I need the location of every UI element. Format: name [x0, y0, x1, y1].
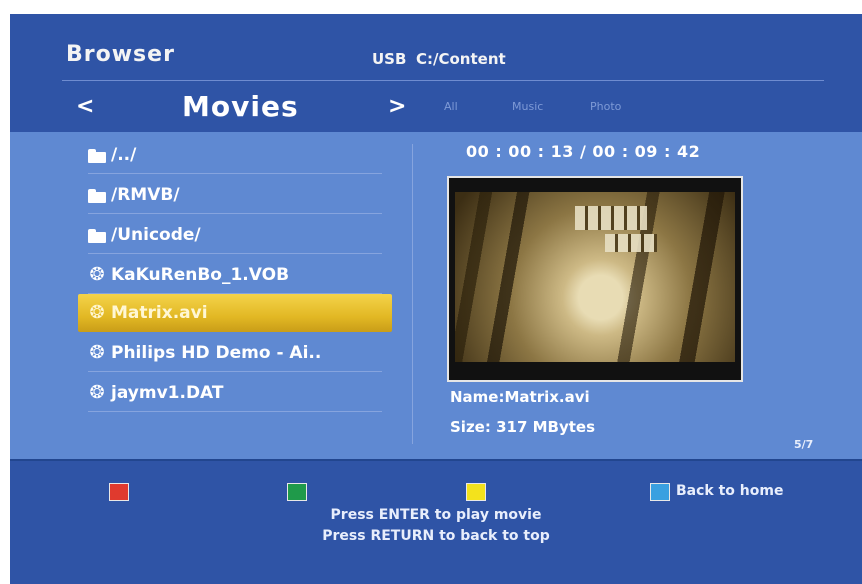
category-title: Movies: [182, 90, 299, 123]
media-browser-screen: Browser USB C:/Content < Movies > All Mu…: [10, 14, 862, 584]
row-separator: [88, 173, 382, 174]
file-row-label: /../: [111, 145, 137, 165]
blue-key-button[interactable]: [650, 483, 670, 501]
red-key-button[interactable]: [109, 483, 129, 501]
page-title: Browser: [66, 42, 175, 67]
file-row-selected[interactable]: ❂ Matrix.avi: [78, 294, 392, 332]
folder-icon: [86, 226, 108, 244]
folder-icon: [86, 186, 108, 204]
filter-tab-all[interactable]: All: [444, 100, 458, 113]
device-label: USB: [372, 50, 407, 68]
folder-icon: [86, 146, 108, 164]
film-reel-icon: ❂: [89, 382, 105, 403]
filter-tab-music[interactable]: Music: [512, 100, 543, 113]
file-row-label: /RMVB/: [111, 185, 180, 205]
preview-frame-image: [455, 192, 735, 362]
preview-detail: [605, 234, 657, 252]
file-row[interactable]: ❂ jaymv1.DAT: [78, 374, 392, 412]
content-panel: /../ /RMVB/ /Unicode/ ❂ KaKuRenBo_1.VOB ❂ Matr…: [10, 132, 862, 459]
browser-header: Browser USB C:/Content < Movies > All Mu…: [10, 14, 862, 132]
film-reel-icon: ❂: [89, 302, 105, 323]
file-row-label: /Unicode/: [111, 225, 201, 245]
file-row[interactable]: /Unicode/: [78, 216, 392, 254]
video-preview: [447, 176, 743, 382]
row-separator: [88, 213, 382, 214]
file-row[interactable]: /../: [78, 136, 392, 174]
return-hint: Press RETURN to back to top: [322, 528, 550, 544]
footer-bar: Back to home Press ENTER to play movie P…: [10, 459, 862, 584]
file-row-label: Matrix.avi: [111, 303, 208, 323]
header-divider: [62, 80, 824, 81]
film-reel-icon: ❂: [89, 264, 105, 285]
file-row[interactable]: /RMVB/: [78, 176, 392, 214]
file-row-label: jaymv1.DAT: [111, 383, 224, 403]
preview-detail: [575, 206, 647, 230]
file-row[interactable]: ❂ Philips HD Demo - Ai..: [78, 334, 392, 372]
page-indicator: 5/7: [794, 438, 814, 451]
row-separator: [88, 253, 382, 254]
film-reel-icon: ❂: [89, 342, 105, 363]
next-category-button[interactable]: >: [388, 94, 406, 119]
file-size-info: Size: 317 MBytes: [450, 418, 596, 436]
yellow-key-button[interactable]: [466, 483, 486, 501]
file-row-label: KaKuRenBo_1.VOB: [111, 265, 290, 285]
panel-divider: [412, 144, 413, 444]
file-row[interactable]: ❂ KaKuRenBo_1.VOB: [78, 256, 392, 294]
green-key-button[interactable]: [287, 483, 307, 501]
row-separator: [88, 371, 382, 372]
playback-time: 00 : 00 : 13 / 00 : 09 : 42: [466, 142, 701, 161]
file-name-info: Name:Matrix.avi: [450, 388, 590, 406]
row-separator: [88, 411, 382, 412]
prev-category-button[interactable]: <: [76, 94, 94, 119]
file-row-label: Philips HD Demo - Ai..: [111, 343, 322, 363]
current-path: C:/Content: [416, 50, 506, 68]
back-to-home-label: Back to home: [676, 483, 784, 499]
enter-hint: Press ENTER to play movie: [330, 507, 542, 523]
filter-tab-photo[interactable]: Photo: [590, 100, 621, 113]
